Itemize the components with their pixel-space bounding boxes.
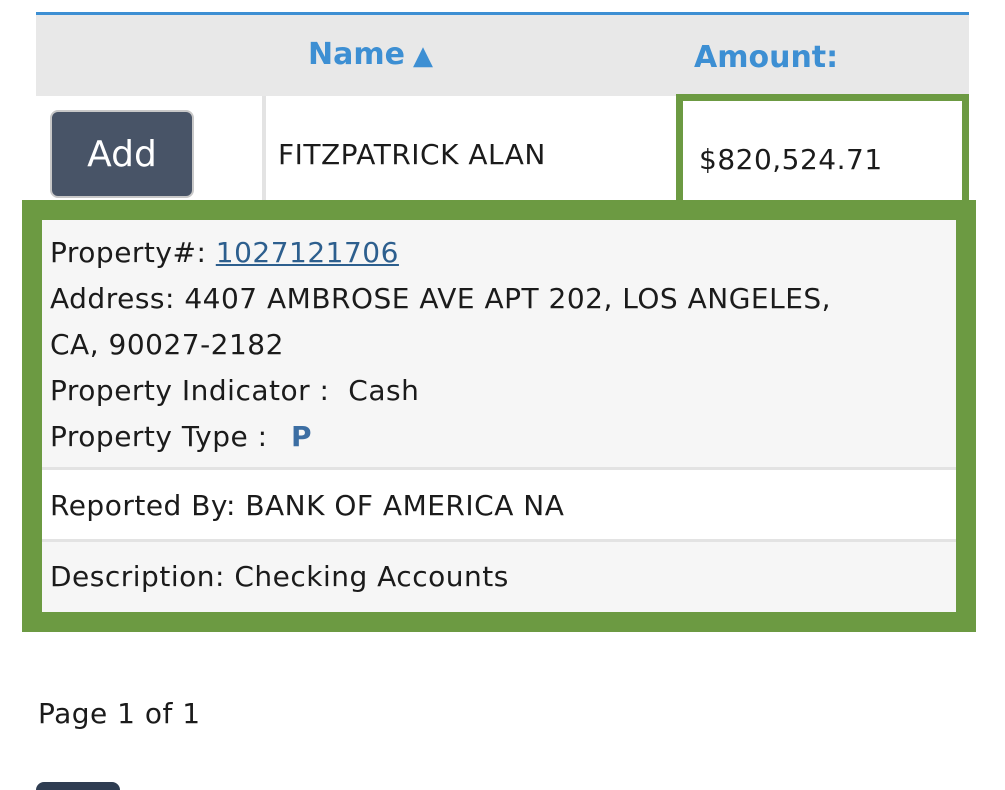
description-value: Checking Accounts [234,560,509,593]
page-indicator: Page 1 of 1 [38,697,201,730]
cell-divider [262,96,266,200]
reported-by-row: Reported By: BANK OF AMERICA NA [42,470,956,542]
property-indicator-value: Cash [348,374,420,407]
property-number-link[interactable]: 1027121706 [216,236,399,269]
name-column-header[interactable]: Name ▲ [308,37,433,72]
sort-ascending-icon: ▲ [412,41,433,71]
address-line2: CA, 90027-2182 [50,328,284,361]
page: Name ▲ Amount: Add FITZPATRICK ALAN $820,… [0,0,1005,790]
property-type-label: Property Type : [50,420,268,453]
property-type-icon: P [290,420,312,453]
reported-by-value: BANK OF AMERICA NA [245,489,565,522]
property-number-label: Property#: [50,236,207,269]
amount-value: $820,524.71 [699,143,883,176]
description-label: Description: [50,560,225,593]
address-line1: 4407 AMBROSE AVE APT 202, LOS ANGELES, [184,282,832,315]
owner-name: FITZPATRICK ALAN [278,138,546,171]
table-header-row: Name ▲ Amount: [36,12,969,96]
address-line: Address: 4407 AMBROSE AVE APT 202, LOS A… [50,276,948,322]
partial-bottom-button[interactable] [36,782,120,790]
add-button[interactable]: Add [50,110,194,198]
amount-column-header: Amount: [694,40,839,75]
property-indicator-label: Property Indicator : [50,374,330,407]
property-number-line: Property#: 1027121706 [50,230,948,276]
description-row: Description: Checking Accounts [42,542,956,612]
address-label: Address: [50,282,175,315]
table-row: Add FITZPATRICK ALAN $820,524.71 [36,94,969,200]
property-detail-content: Property#: 1027121706 Address: 4407 AMBR… [42,220,956,612]
amount-cell: $820,524.71 [676,94,969,200]
property-detail-panel: Property#: 1027121706 Address: 4407 AMBR… [22,200,976,632]
property-type-line: Property Type : P [50,414,948,460]
property-indicator-line: Property Indicator : Cash [50,368,948,414]
reported-by-label: Reported By: [50,489,236,522]
name-header-label: Name [308,37,405,72]
property-info-block: Property#: 1027121706 Address: 4407 AMBR… [42,220,956,470]
